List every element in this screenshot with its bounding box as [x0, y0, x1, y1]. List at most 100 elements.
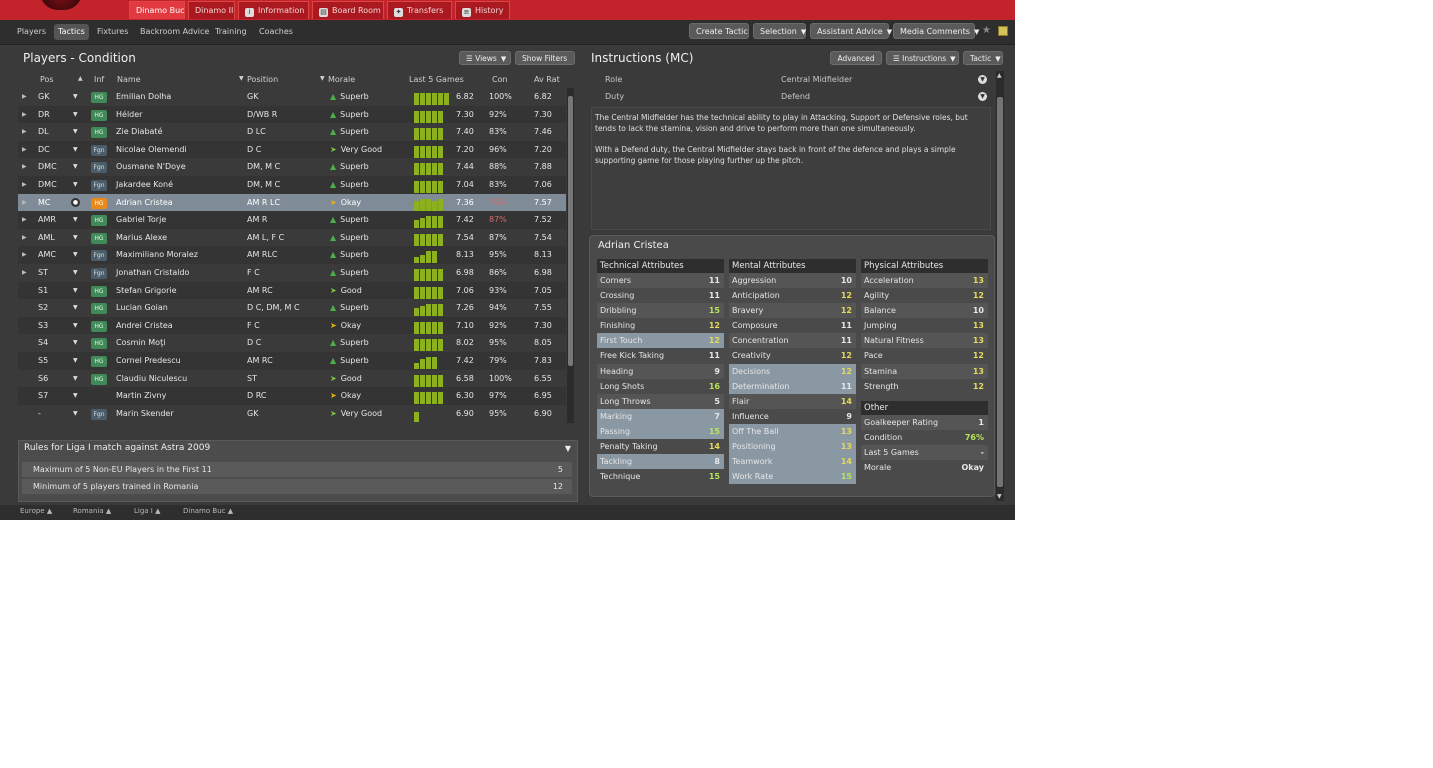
- player-name[interactable]: Marius Alexe: [116, 229, 167, 247]
- club-logo-icon[interactable]: [40, 0, 82, 10]
- show-filters-button[interactable]: Show Filters: [515, 51, 575, 65]
- col-position[interactable]: Position: [247, 75, 278, 84]
- player-name[interactable]: Emilian Dolha: [116, 88, 171, 106]
- tab-history[interactable]: ≡ History: [455, 1, 510, 19]
- table-row[interactable]: S5 ▼ HG Cornel Predescu AM RC ▲ Superb 7.42 79% 7…: [18, 351, 566, 370]
- instructions-button[interactable]: ☰ Instructions ▼: [886, 51, 959, 65]
- collapse-icon[interactable]: ▼: [565, 444, 571, 453]
- player-name[interactable]: Jakardee Koné: [116, 176, 173, 194]
- advanced-button[interactable]: Advanced: [830, 51, 882, 65]
- nav-coaches[interactable]: Coaches: [255, 24, 297, 40]
- play-icon[interactable]: ▶: [22, 88, 27, 106]
- chevron-down-icon[interactable]: ▼: [73, 334, 78, 352]
- play-icon[interactable]: ▶: [22, 229, 27, 247]
- play-icon[interactable]: ▶: [22, 211, 27, 229]
- nav-fixtures[interactable]: Fixtures: [93, 24, 132, 40]
- player-name[interactable]: Maximiliano Moralez: [116, 246, 198, 264]
- play-icon[interactable]: ▶: [22, 141, 27, 159]
- chevron-down-icon[interactable]: ▼: [73, 88, 78, 106]
- table-row[interactable]: ▶ DR ▼ HG Hélder D/WB R ▲ Superb 7.30 92% 7.30: [18, 105, 566, 124]
- player-name[interactable]: Cosmin Moţi: [116, 334, 165, 352]
- play-icon[interactable]: ▶: [22, 264, 27, 282]
- player-name[interactable]: Andrei Cristea: [116, 317, 173, 335]
- tab-board-room[interactable]: ▤ Board Room: [312, 1, 384, 19]
- tab-information[interactable]: i Information: [238, 1, 309, 19]
- scroll-thumb[interactable]: [997, 97, 1003, 487]
- scroll-up-icon[interactable]: ▲: [997, 72, 1002, 79]
- play-icon[interactable]: ▶: [22, 194, 27, 212]
- tab-transfers[interactable]: ✦ Transfers: [387, 1, 452, 19]
- player-name[interactable]: Ousmane N'Doye: [116, 158, 186, 176]
- sort-icon[interactable]: ▼: [320, 75, 325, 82]
- role-row[interactable]: Role Central Midfielder ▼: [591, 71, 991, 88]
- play-icon[interactable]: ▶: [22, 123, 27, 141]
- sort-asc-icon[interactable]: ▲: [78, 75, 83, 82]
- chevron-down-icon[interactable]: ▼: [73, 106, 78, 124]
- table-row[interactable]: ▶ DMC ▼ Fgn Jakardee Koné DM, M C ▲ Superb 7.04 8…: [18, 175, 566, 194]
- chevron-down-icon[interactable]: ▼: [73, 317, 78, 335]
- selection-button[interactable]: Selection ▼: [753, 23, 806, 39]
- table-row[interactable]: S7 ▼ Martin Zivny D RC ➤ Okay 6.30 97% 6.95: [18, 387, 566, 405]
- duty-row[interactable]: Duty Defend ▼: [591, 88, 991, 105]
- table-row[interactable]: ▶ AML ▼ HG Marius Alexe AM L, F C ▲ Superb 7.54 8…: [18, 229, 566, 247]
- chevron-down-icon[interactable]: ▼: [73, 299, 78, 317]
- col-av-rat[interactable]: Av Rat: [534, 75, 560, 84]
- table-row[interactable]: S3 ▼ HG Andrei Cristea F C ➤ Okay 7.10 92% 7.30: [18, 316, 566, 335]
- player-name[interactable]: Claudiu Niculescu: [116, 370, 187, 388]
- col-con[interactable]: Con: [492, 75, 508, 84]
- chevron-down-icon[interactable]: ▼: [73, 282, 78, 300]
- chevron-down-icon[interactable]: ▼: [73, 158, 78, 176]
- crumb-dinamo-buc[interactable]: Dinamo Buc ▲: [183, 507, 233, 515]
- table-row[interactable]: ▶ DL ▼ HG Zie Diabaté D LC ▲ Superb 7.40 83% 7.46: [18, 123, 566, 141]
- profile-player-name[interactable]: Adrian Cristea: [598, 240, 669, 251]
- table-row[interactable]: ▶ AMC ▼ Fgn Maximiliano Moralez AM RLC ▲ Superb…: [18, 246, 566, 264]
- crumb-liga-i[interactable]: Liga I ▲: [134, 507, 160, 515]
- star-icon[interactable]: ★: [982, 25, 991, 36]
- chevron-down-icon[interactable]: ▼: [73, 229, 78, 247]
- assistant-advice-button[interactable]: Assistant Advice ▼: [810, 23, 892, 39]
- play-icon[interactable]: ▶: [22, 246, 27, 264]
- nav-training[interactable]: Training: [211, 24, 251, 40]
- views-button[interactable]: ☰ Views ▼: [459, 51, 511, 65]
- chevron-down-icon[interactable]: ▼: [73, 176, 78, 194]
- media-comments-button[interactable]: Media Comments ▼: [893, 23, 979, 39]
- col-inf[interactable]: Inf: [94, 75, 104, 84]
- scroll-thumb[interactable]: [568, 96, 573, 366]
- chevron-down-icon[interactable]: ▼: [73, 352, 78, 370]
- create-tactic-button[interactable]: Create Tactic: [689, 23, 749, 39]
- chevron-down-icon[interactable]: ▼: [73, 246, 78, 264]
- chevron-down-icon[interactable]: ▼: [73, 141, 78, 159]
- nav-backroom-advice[interactable]: Backroom Advice: [136, 24, 213, 40]
- notes-icon[interactable]: [998, 26, 1008, 36]
- chevron-down-icon[interactable]: ▼: [73, 211, 78, 229]
- col-pos[interactable]: Pos: [40, 75, 54, 84]
- play-icon[interactable]: ▶: [22, 158, 27, 176]
- table-row[interactable]: ▶MC●▼HGAdrian CristeaAM R LC➤Okay7.3676%…: [18, 193, 566, 212]
- player-name[interactable]: Adrian Cristea: [116, 194, 173, 212]
- chevron-down-icon[interactable]: ▼: [73, 387, 78, 405]
- player-name[interactable]: Zie Diabaté: [116, 123, 163, 141]
- player-name[interactable]: Nicolae Olemendi: [116, 141, 187, 159]
- nav-players[interactable]: Players: [13, 24, 50, 40]
- table-row[interactable]: S4 ▼ HG Cosmin Moţi D C ▲ Superb 8.02 95% 8.05: [18, 334, 566, 352]
- players-scrollbar[interactable]: [567, 88, 574, 423]
- table-row[interactable]: ▶ DMC ▼ Fgn Ousmane N'Doye DM, M C ▲ Superb 7.44…: [18, 158, 566, 176]
- tactic-button[interactable]: Tactic ▼: [963, 51, 1003, 65]
- player-name[interactable]: Marin Skender: [116, 405, 174, 423]
- chevron-down-icon[interactable]: ▼: [73, 264, 78, 282]
- table-row[interactable]: ▶ DC ▼ Fgn Nicolae Olemendi D C ➤ Very Good 7.20…: [18, 140, 566, 159]
- col-morale[interactable]: Morale: [328, 75, 355, 84]
- sort-icon[interactable]: ▼: [239, 75, 244, 82]
- chevron-down-icon[interactable]: ▼: [73, 370, 78, 388]
- tab-dinamo-buc[interactable]: Dinamo Buc: [129, 1, 185, 19]
- play-icon[interactable]: ▶: [22, 106, 27, 124]
- dropdown-icon[interactable]: ▼: [978, 75, 987, 84]
- table-row[interactable]: ▶ ST ▼ Fgn Jonathan Cristaldo F C ▲ Superb 6.98 8…: [18, 264, 566, 282]
- player-name[interactable]: Gabriel Torje: [116, 211, 166, 229]
- nav-tactics[interactable]: Tactics: [54, 24, 89, 40]
- table-row[interactable]: ▶ AMR ▼ HG Gabriel Torje AM R ▲ Superb 7.42 87% 7.…: [18, 211, 566, 229]
- table-row[interactable]: S1 ▼ HG Stefan Grigorie AM RC ➤ Good 7.06 93% 7.0…: [18, 281, 566, 300]
- scroll-down-icon[interactable]: ▼: [997, 493, 1002, 500]
- crumb-europe[interactable]: Europe ▲: [20, 507, 52, 515]
- table-row[interactable]: S2 ▼ HG Lucian Goian D C, DM, M C ▲ Superb 7.26…: [18, 299, 566, 317]
